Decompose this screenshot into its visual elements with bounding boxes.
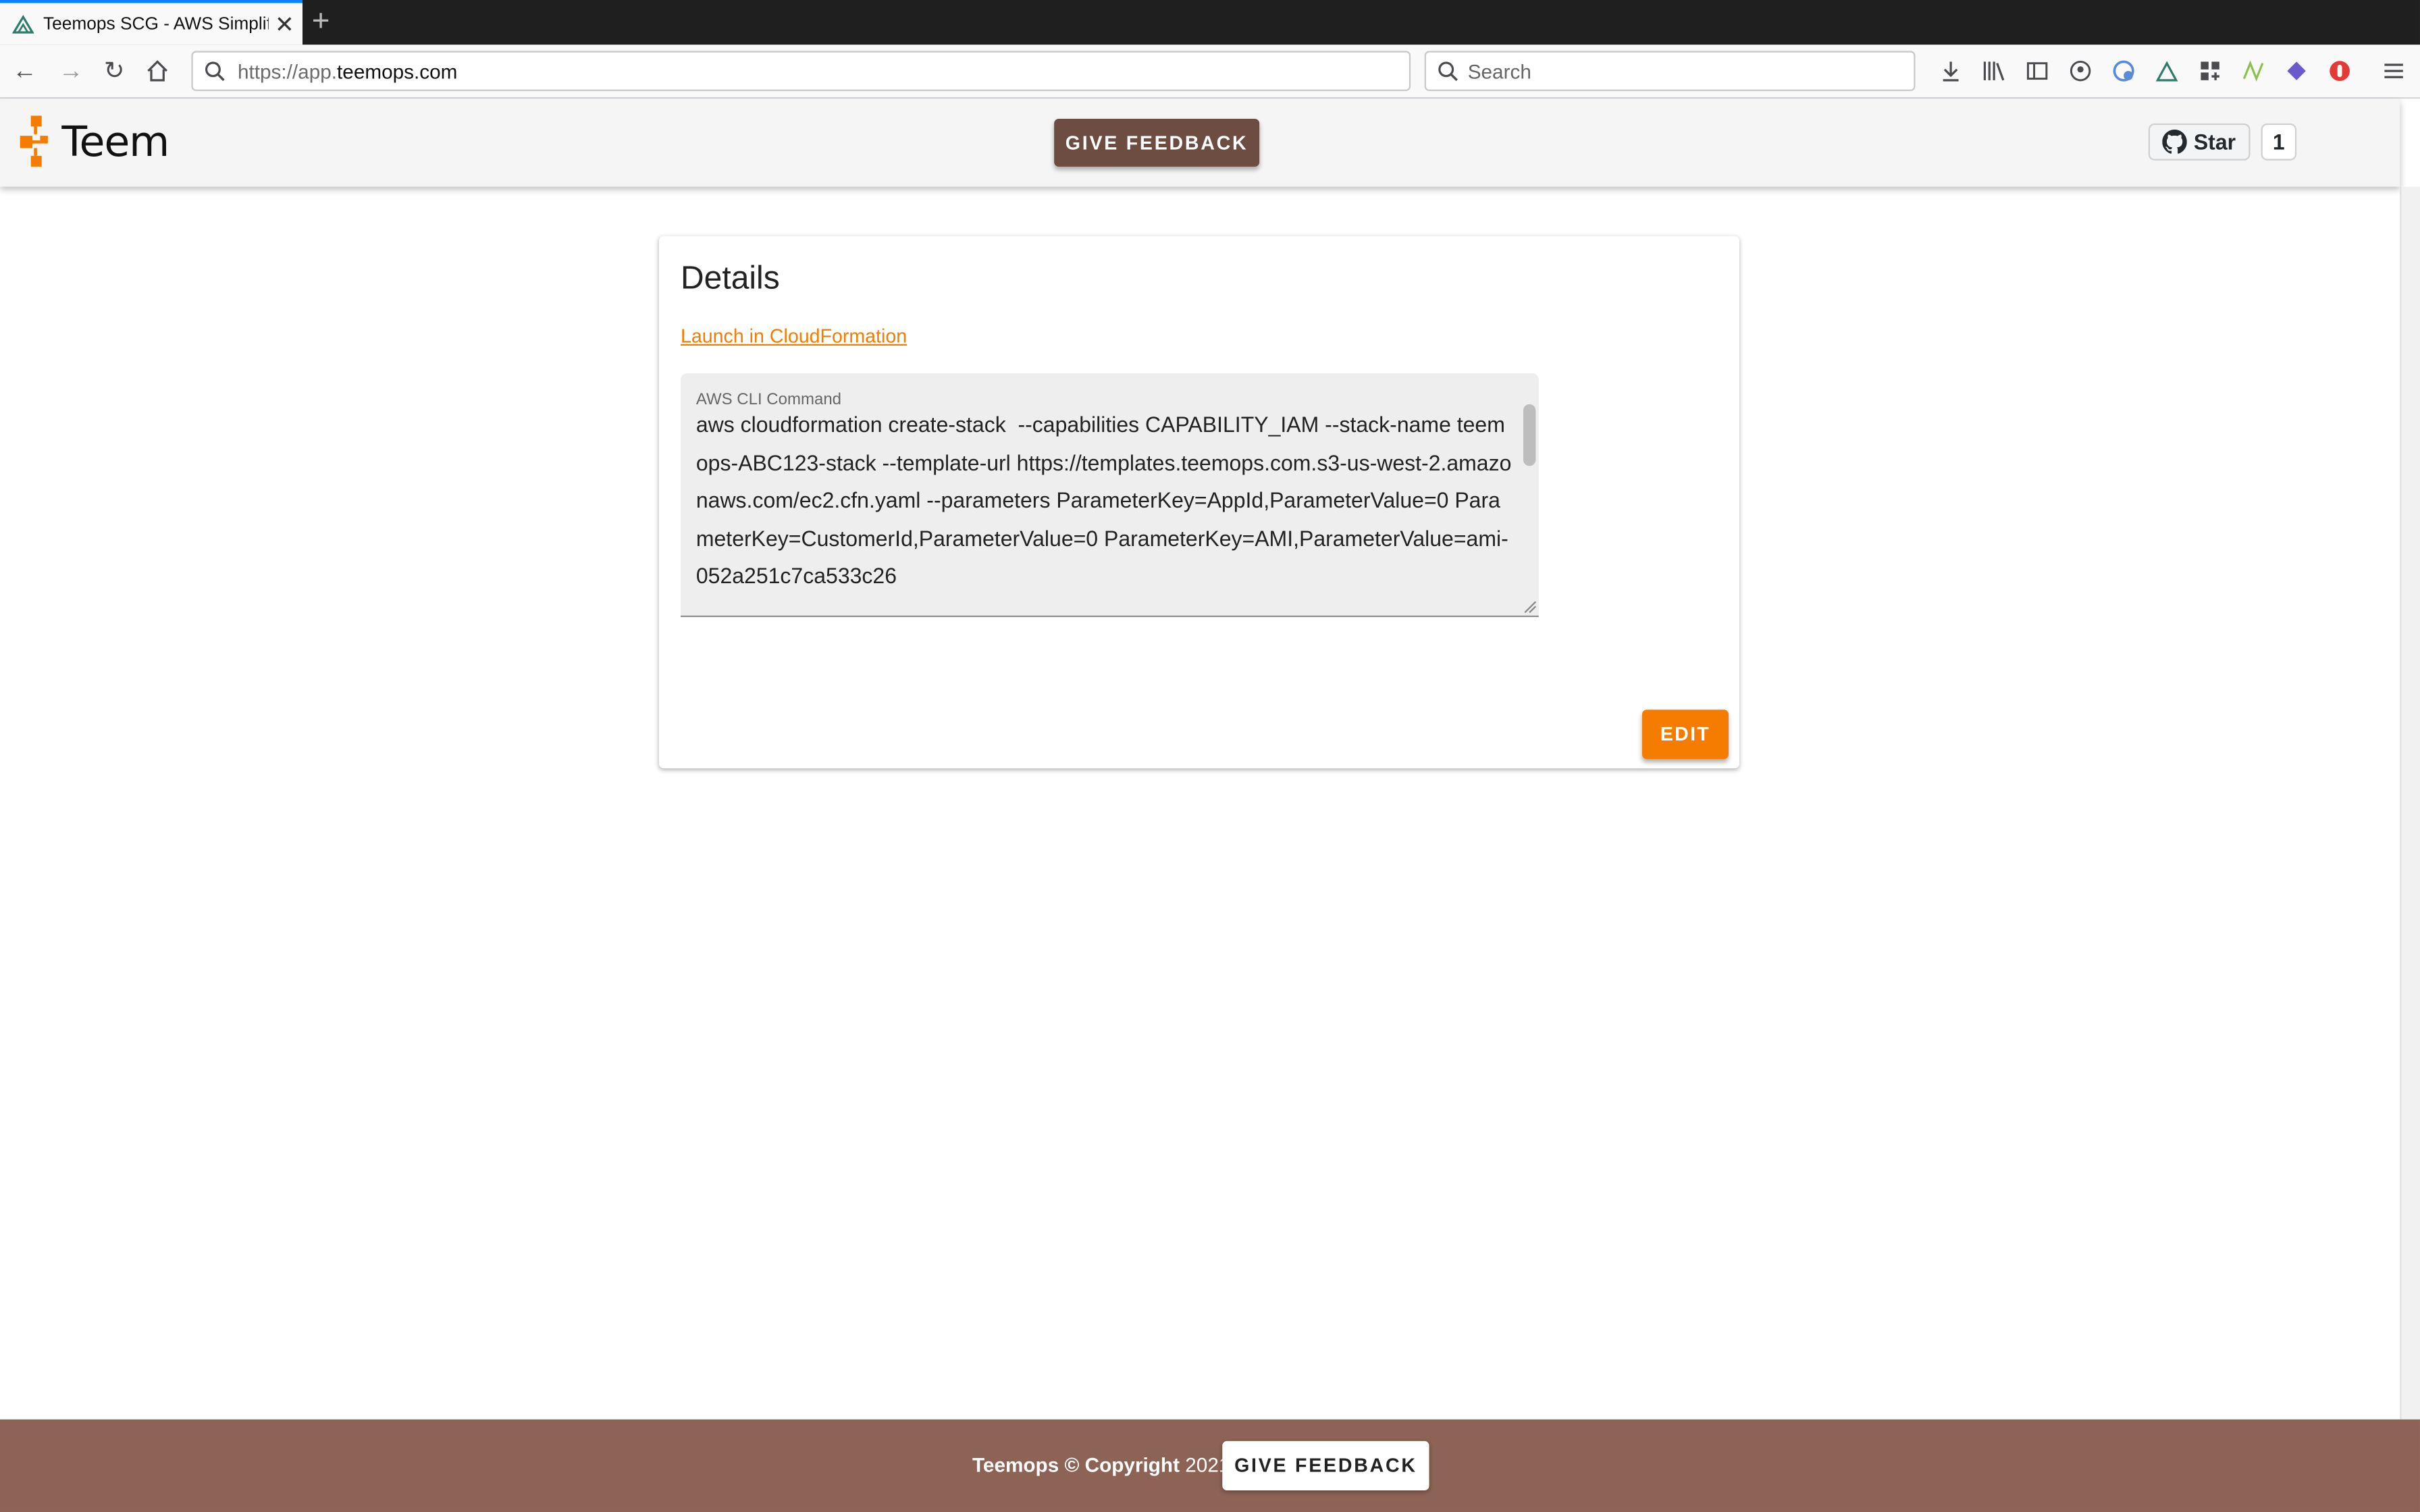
reload-icon[interactable]: ↻ [99, 57, 130, 88]
sidebar-icon[interactable] [2025, 59, 2050, 84]
search-placeholder: Search [1467, 59, 1531, 83]
teemops-favicon-icon [12, 14, 34, 33]
extension-shield-icon[interactable] [2327, 59, 2352, 84]
menu-icon[interactable] [2382, 59, 2406, 84]
extension-vpn-icon[interactable] [2111, 59, 2136, 84]
footer-copyright: Teemops © Copyright 2021 [972, 1453, 1230, 1476]
account-icon[interactable] [2068, 59, 2093, 84]
resize-handle-icon[interactable] [1522, 599, 1537, 614]
browser-tabstrip: Teemops SCG - AWS Simplified ✕ + [0, 0, 2420, 45]
search-bar[interactable]: Search [1424, 51, 1916, 91]
github-star-button[interactable]: Star [2148, 123, 2251, 161]
teem-logo[interactable]: Teem [18, 114, 169, 169]
give-feedback-button[interactable]: GIVE FEEDBACK [1054, 118, 1260, 167]
tab-title: Teemops SCG - AWS Simplified [43, 14, 269, 34]
forward-icon[interactable]: → [55, 57, 86, 88]
url-host: teemops.com [337, 59, 458, 83]
new-tab-button[interactable]: + [312, 6, 330, 37]
card-title: Details [680, 261, 780, 296]
extension-teemops-icon[interactable] [2155, 59, 2180, 84]
footer-give-feedback-button[interactable]: GIVE FEEDBACK [1222, 1440, 1429, 1490]
url-bar[interactable]: https://app. teemops.com [191, 51, 1411, 91]
search-icon [205, 61, 225, 82]
github-star-label: Star [2193, 129, 2236, 155]
browser-navbar: ← → ↻ https://app. teemops.com Search [0, 45, 2420, 99]
page-footer: Teemops © Copyright 2021 GIVE FEEDBACK [0, 1419, 2420, 1512]
edit-button[interactable]: EDIT [1641, 709, 1729, 759]
extension-map-icon[interactable] [2241, 59, 2266, 84]
app-header: Teem GIVE FEEDBACK Star 1 [0, 99, 2400, 187]
aws-cli-command-field[interactable]: AWS CLI Command aws cloudformation creat… [680, 373, 1539, 618]
teem-logo-icon [20, 115, 48, 167]
back-icon[interactable]: ← [9, 57, 41, 88]
details-card: Details Launch in CloudFormation AWS CLI… [658, 236, 1739, 769]
url-prefix: https://app. [237, 59, 338, 83]
browser-tab[interactable]: Teemops SCG - AWS Simplified ✕ [0, 0, 302, 45]
footer-copyright-label: © Copyright [1064, 1453, 1180, 1477]
launch-cloudformation-link[interactable]: Launch in CloudFormation [681, 325, 907, 347]
page-scrollbar[interactable] [2400, 186, 2420, 1422]
github-icon [2163, 129, 2188, 154]
footer-brand: Teemops [972, 1453, 1059, 1477]
logo-text: Teem [61, 117, 169, 166]
extension-grid-icon[interactable] [2198, 59, 2223, 84]
search-icon [1438, 61, 1458, 82]
cli-command-text[interactable]: aws cloudformation create-stack --capabi… [696, 406, 1514, 595]
extension-layers-icon[interactable] [2284, 59, 2309, 84]
home-icon[interactable] [145, 59, 170, 84]
github-star-count[interactable]: 1 [2261, 123, 2297, 161]
download-icon[interactable] [1939, 59, 1964, 84]
cli-scrollbar-thumb[interactable] [1523, 404, 1536, 466]
close-tab-icon[interactable]: ✕ [275, 10, 294, 38]
library-icon[interactable] [1982, 59, 2007, 84]
